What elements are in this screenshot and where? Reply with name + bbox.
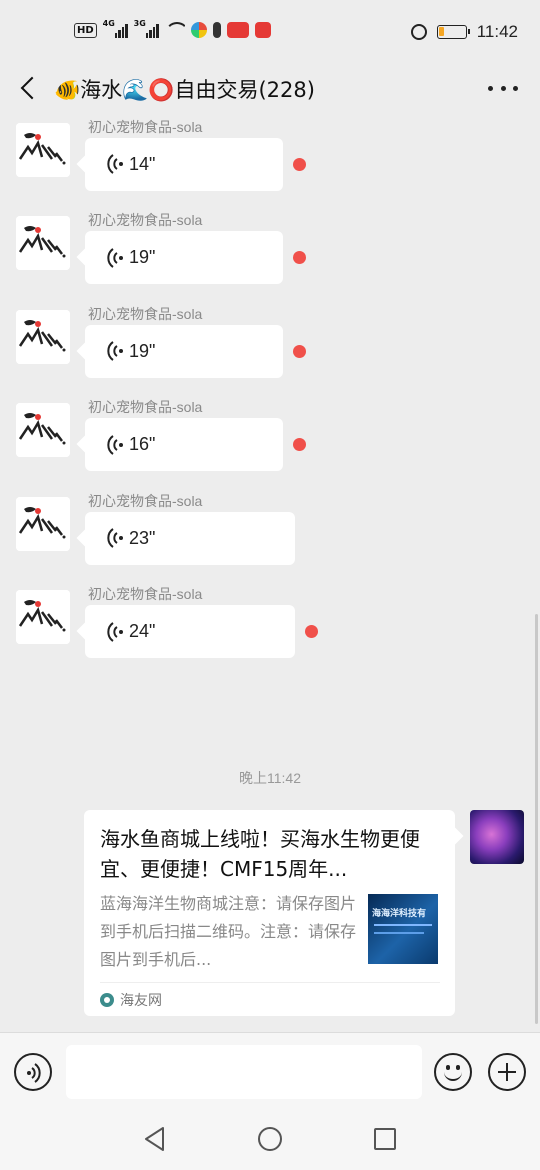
battery-fill [438, 27, 444, 36]
status-bar: HD 4G 3G 11:42 [0, 0, 540, 62]
link-card-title: 海水鱼商城上线啦！买海水生物更便宜、更便捷！CMF15周年... [100, 827, 420, 881]
more-options-button[interactable] [488, 76, 518, 100]
voice-duration: 19" [129, 340, 156, 361]
voice-bubble[interactable]: 24" [85, 605, 295, 658]
nav-recent-apps-icon[interactable] [374, 1128, 396, 1150]
news-app-icon [226, 22, 249, 38]
alarm-icon [410, 24, 427, 40]
chat-title: 🐠海水🌊⭕自由交易(228) [54, 78, 315, 102]
browser-app-icon [190, 22, 207, 38]
sender-avatar[interactable] [16, 309, 70, 364]
thumbnail-text: 海海洋科技有 [372, 909, 427, 919]
sender-avatar[interactable] [16, 216, 70, 270]
sender-name: 初心宠物食品-sola [88, 305, 203, 322]
voice-icon [107, 526, 127, 550]
time-divider: 晚上11:42 [239, 770, 301, 786]
battery-icon [436, 25, 470, 39]
chat-header: 🐠海水🌊⭕自由交易(228) [0, 62, 540, 114]
signal-1-icon: 4G [102, 19, 128, 38]
voice-input-icon [27, 1063, 41, 1083]
link-card-thumbnail: 海海洋科技有 [368, 894, 438, 964]
hd-indicator: HD [74, 22, 97, 38]
voice-bubble[interactable]: 14" [85, 137, 283, 191]
unread-dot-icon [293, 438, 306, 451]
back-button[interactable] [14, 72, 44, 104]
message-input[interactable] [66, 1045, 422, 1099]
voice-bubble[interactable]: 19" [85, 324, 283, 378]
voice-duration: 24" [129, 621, 156, 641]
sender-avatar[interactable] [16, 122, 70, 177]
sender-name: 初心宠物食品-sola [88, 492, 203, 509]
sender-name: 初心宠物食品-sola [88, 118, 203, 135]
more-dot-icon [500, 85, 506, 91]
voice-bubble[interactable]: 23" [85, 511, 295, 565]
sender-name: 初心宠物食品-sola [88, 399, 203, 415]
voice-icon [107, 246, 127, 270]
wifi-icon [164, 22, 185, 38]
source-logo-icon [100, 993, 114, 1007]
status-time: 11:42 [476, 22, 518, 41]
unread-dot-icon [305, 625, 318, 638]
status-icons-left: HD 4G 3G [74, 19, 271, 38]
scrollbar[interactable] [535, 614, 538, 1024]
network-1-label: 4G [102, 19, 115, 28]
voice-duration: 23" [129, 527, 156, 548]
voice-duration: 19" [129, 247, 156, 267]
link-card-source: 海友网 [100, 990, 162, 1010]
unread-dot-icon [293, 344, 306, 358]
reader-app-icon [254, 22, 271, 38]
voice-duration: 14" [129, 153, 156, 174]
link-card[interactable]: 海水鱼商城上线啦！买海水生物更便宜、更便捷！CMF15周年... 蓝海海洋生物商… [84, 810, 455, 1016]
voice-input-button[interactable] [14, 1053, 52, 1091]
sender-avatar[interactable] [16, 496, 70, 551]
network-2-label: 3G [133, 19, 146, 28]
status-icons-right: 11:42 [410, 22, 518, 42]
link-card-description: 蓝海海洋生物商城注意：请保存图片到手机后扫描二维码。注意：请保存图片到手机后..… [100, 894, 356, 969]
card-divider [100, 982, 440, 983]
voice-icon [107, 152, 127, 176]
voice-icon [107, 433, 127, 457]
voice-icon [107, 620, 127, 644]
sender-name: 初心宠物食品-sola [88, 586, 203, 602]
source-name: 海友网 [120, 993, 162, 1009]
emoji-button[interactable] [434, 1053, 472, 1091]
unread-dot-icon [293, 251, 306, 264]
signal-2-icon: 3G [133, 19, 159, 38]
sender-name: 初心宠物食品-sola [88, 212, 203, 228]
notification-icon [212, 22, 221, 38]
input-bar [0, 1032, 540, 1110]
voice-duration: 16" [129, 434, 156, 454]
nav-back-icon[interactable] [143, 1126, 167, 1152]
unread-dot-icon [293, 157, 306, 171]
more-dot-icon [513, 85, 518, 91]
system-nav-bar [0, 1110, 540, 1170]
more-functions-button[interactable] [488, 1053, 526, 1091]
sender-avatar[interactable] [16, 403, 70, 457]
sender-avatar[interactable] [16, 590, 70, 644]
voice-bubble[interactable]: 16" [85, 418, 283, 471]
voice-bubble[interactable]: 19" [85, 231, 283, 284]
nav-home-icon[interactable] [258, 1127, 282, 1151]
voice-icon [107, 339, 127, 363]
message-list[interactable]: 初心宠物食品-sola13"初心宠物食品-sola14"初心宠物食品-sola1… [0, 114, 540, 1032]
my-avatar[interactable] [470, 810, 524, 864]
more-dot-icon [488, 85, 493, 91]
emoji-mouth-icon [444, 1067, 462, 1081]
